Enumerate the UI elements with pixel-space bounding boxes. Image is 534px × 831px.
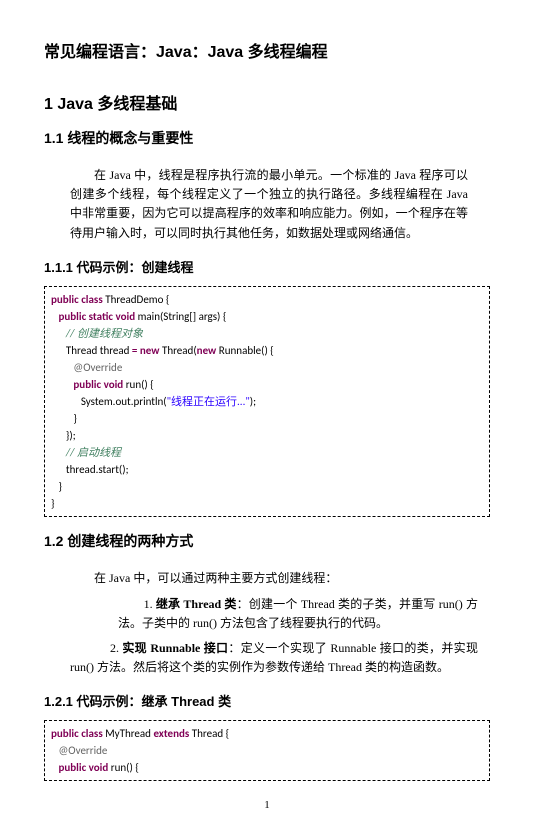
code-text: thread.start(); xyxy=(66,463,129,476)
code-text: public void xyxy=(73,378,123,391)
code-text: } xyxy=(73,412,76,425)
code-string: "线程正在运行..." xyxy=(167,395,250,408)
code-text: System. xyxy=(81,395,116,408)
list-number: 2. xyxy=(110,641,122,655)
code-text: extends xyxy=(153,727,189,740)
code-text: ); xyxy=(250,395,256,408)
code-text: public void xyxy=(58,761,108,774)
code-text: Thread { xyxy=(189,727,229,740)
para-1-1: 在 Java 中，线程是程序执行流的最小单元。一个标准的 Java 程序可以创建… xyxy=(70,166,468,243)
bold-term: 实现 Runnable 接口 xyxy=(122,641,228,655)
document-title: 常见编程语言：Java：Java 多线程编程 xyxy=(44,38,490,62)
code-text: }); xyxy=(66,429,76,442)
para-1-2-item2: 2. 实现 Runnable 接口：定义一个实现了 Runnable 接口的类，… xyxy=(70,639,478,677)
para-1-2-item1: 1. 继承 Thread 类：创建一个 Thread 类的子类，并重写 run(… xyxy=(70,595,478,633)
code-comment: // 启动线程 xyxy=(66,446,121,459)
code-text: Runnable() { xyxy=(216,344,273,357)
heading-1-1-1: 1.1.1 代码示例：创建线程 xyxy=(44,257,490,276)
heading-1-2: 1.2 创建线程的两种方式 xyxy=(44,531,490,551)
code-annotation: @Override xyxy=(58,744,107,757)
list-number: 1. xyxy=(144,597,156,611)
code-text: Thread thread xyxy=(66,344,132,357)
heading-1: 1 Java 多线程基础 xyxy=(44,90,490,114)
code-text: .println( xyxy=(131,395,167,408)
code-text: new xyxy=(137,344,159,357)
code-comment: // 创建线程对象 xyxy=(66,327,143,340)
code-text: out xyxy=(115,395,130,408)
code-text: new xyxy=(197,344,217,357)
page-number: 1 xyxy=(44,799,490,811)
code-text: } xyxy=(51,497,54,510)
code-text: public static void xyxy=(58,310,135,323)
para-1-2-intro: 在 Java 中，可以通过两种主要方式创建线程： xyxy=(70,569,478,588)
code-text: public class xyxy=(51,293,103,306)
code-text: MyThread xyxy=(103,727,154,740)
code-block-1: public class ThreadDemo { public static … xyxy=(44,286,490,518)
code-text: main(String[] args) { xyxy=(135,310,226,323)
code-text: run() { xyxy=(108,761,139,774)
heading-1-1: 1.1 线程的概念与重要性 xyxy=(44,128,490,148)
code-text: run() { xyxy=(123,378,154,391)
bold-term: 继承 Thread 类 xyxy=(156,597,237,611)
code-text: ThreadDemo { xyxy=(103,293,170,306)
code-text: Thread( xyxy=(159,344,196,357)
code-block-2: public class MyThread extends Thread { @… xyxy=(44,720,490,781)
code-annotation: @Override xyxy=(73,361,122,374)
heading-1-2-1: 1.2.1 代码示例：继承 Thread 类 xyxy=(44,691,490,710)
code-text: } xyxy=(58,480,61,493)
code-text: public class xyxy=(51,727,103,740)
